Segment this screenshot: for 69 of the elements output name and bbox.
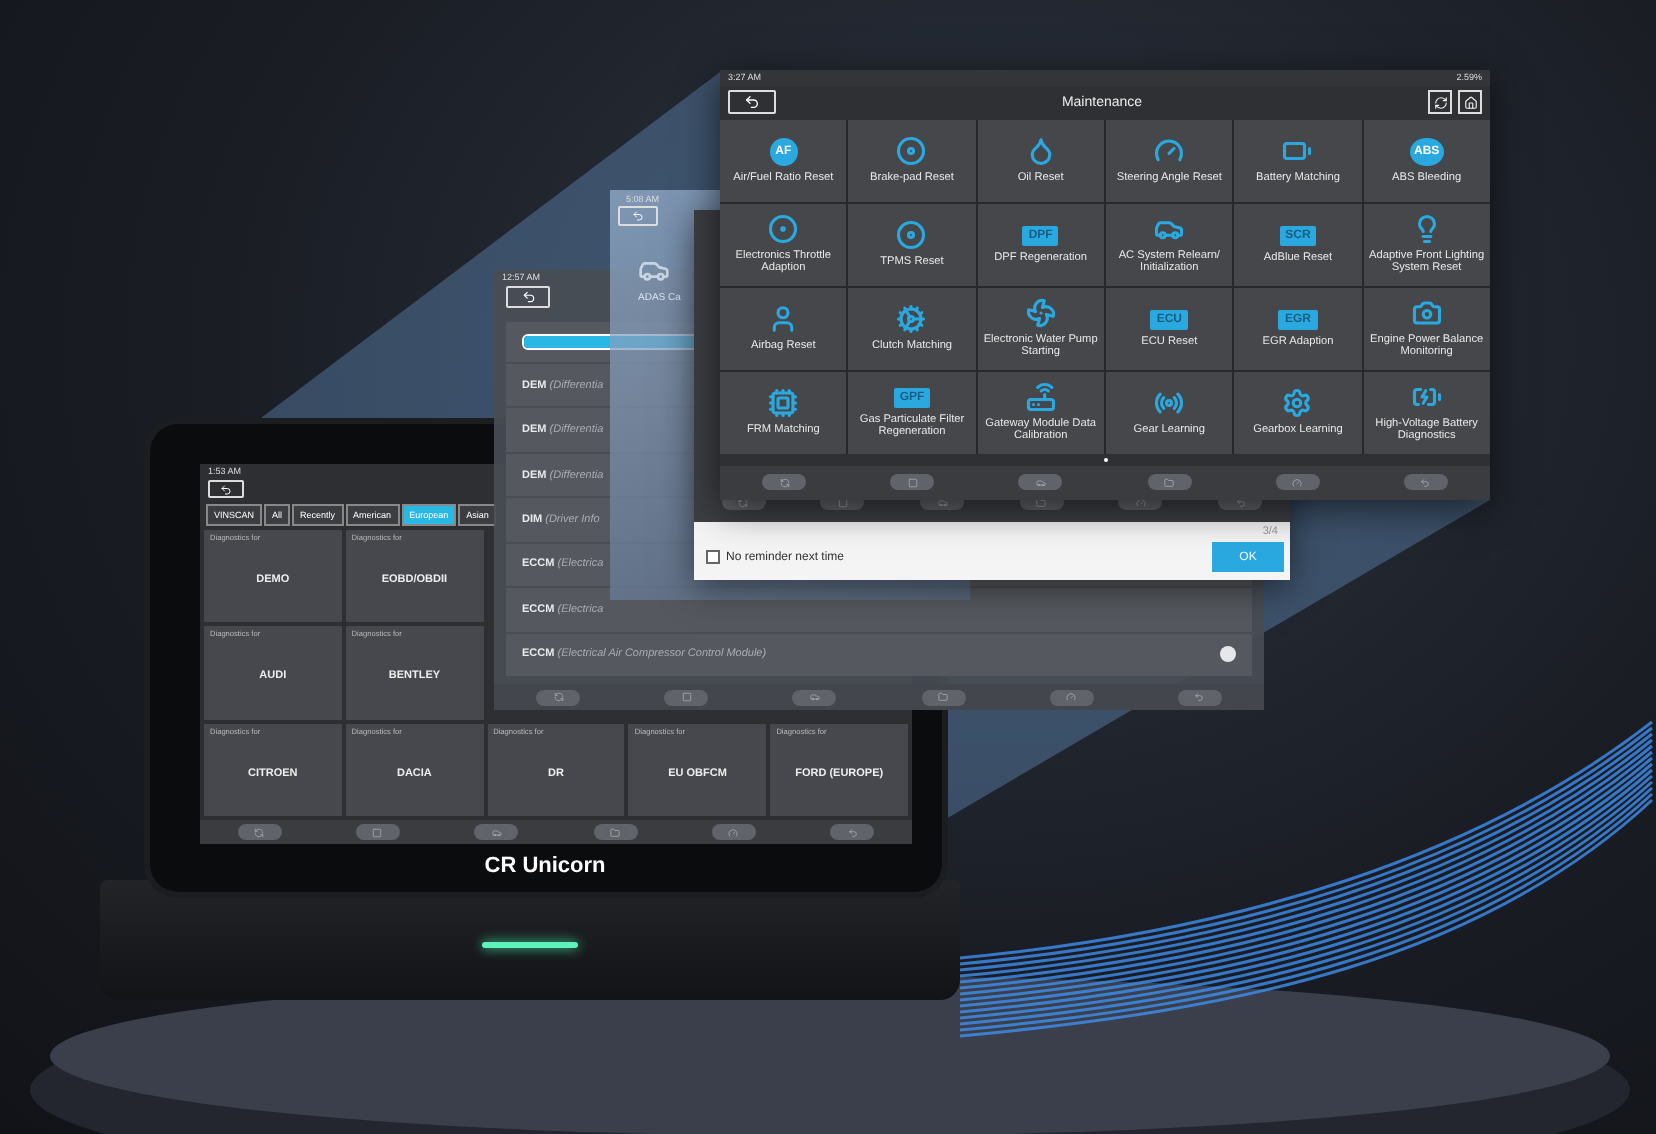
nav-icon [1194, 692, 1205, 702]
nav-icon [738, 497, 749, 507]
nav-button[interactable] [830, 824, 875, 840]
nav-icon [937, 497, 948, 507]
nav-button[interactable] [474, 824, 519, 840]
function-icon [1154, 388, 1185, 419]
nav-button[interactable] [593, 824, 638, 840]
nav-icon [907, 477, 918, 488]
function-icon [896, 220, 927, 251]
nav-icon [1235, 497, 1246, 507]
back-icon [220, 483, 232, 495]
nav-icon [1035, 477, 1046, 488]
nav-button[interactable] [762, 474, 807, 491]
nav-icon [553, 692, 564, 702]
nav-icon [1292, 477, 1303, 488]
nav-button[interactable] [237, 824, 282, 840]
home-icon [1463, 95, 1477, 110]
nav-button[interactable] [664, 689, 709, 705]
nav-button[interactable] [1275, 474, 1320, 491]
nav-icon [847, 827, 858, 837]
status-light [482, 941, 578, 947]
nav-icon [837, 497, 848, 507]
back-button[interactable] [208, 480, 244, 498]
nav-icon [728, 827, 739, 837]
nav-icon [1135, 497, 1146, 507]
nav-button[interactable] [536, 689, 581, 705]
nav-icon [1066, 692, 1077, 702]
nav-icon [809, 692, 820, 702]
nav-icon [681, 692, 692, 702]
nav-button[interactable] [355, 824, 400, 840]
back-icon [521, 290, 535, 304]
nav-button[interactable] [1147, 474, 1192, 491]
function-icon [1025, 298, 1056, 329]
nav-icon [610, 827, 621, 837]
function-icon [768, 214, 799, 245]
nav-icon [938, 692, 949, 702]
nav-button[interactable] [792, 689, 837, 705]
function-icon [1154, 136, 1185, 167]
back-button[interactable] [728, 90, 776, 115]
refresh-icon [1433, 95, 1447, 110]
nav-icon [1164, 477, 1175, 488]
function-icon [1282, 388, 1313, 419]
nav-icon [1036, 497, 1047, 507]
info-icon[interactable] [1220, 646, 1236, 663]
function-icon [1411, 298, 1442, 329]
function-icon [768, 304, 799, 335]
back-button[interactable] [506, 286, 550, 308]
function-icon [1025, 136, 1056, 167]
brand-label: CR Unicorn [484, 854, 606, 878]
function-icon [768, 388, 799, 419]
function-icon [896, 136, 927, 167]
nav-button[interactable] [921, 689, 966, 705]
nav-button[interactable] [711, 824, 756, 840]
nav-icon [372, 827, 383, 837]
nav-icon [254, 827, 265, 837]
function-icon [896, 304, 927, 335]
nav-button[interactable] [1049, 689, 1094, 705]
nav-icon [491, 827, 502, 837]
nav-button[interactable] [1177, 689, 1222, 705]
nav-button[interactable] [890, 474, 935, 491]
home-button[interactable] [1458, 90, 1482, 115]
back-icon [632, 210, 644, 222]
nav-icon [1420, 477, 1431, 488]
nav-button[interactable] [1403, 474, 1448, 491]
nav-icon [779, 477, 790, 488]
back-icon [744, 94, 760, 111]
nav-button[interactable] [1018, 474, 1063, 491]
function-icon [1025, 382, 1056, 413]
refresh-button[interactable] [1428, 90, 1452, 115]
